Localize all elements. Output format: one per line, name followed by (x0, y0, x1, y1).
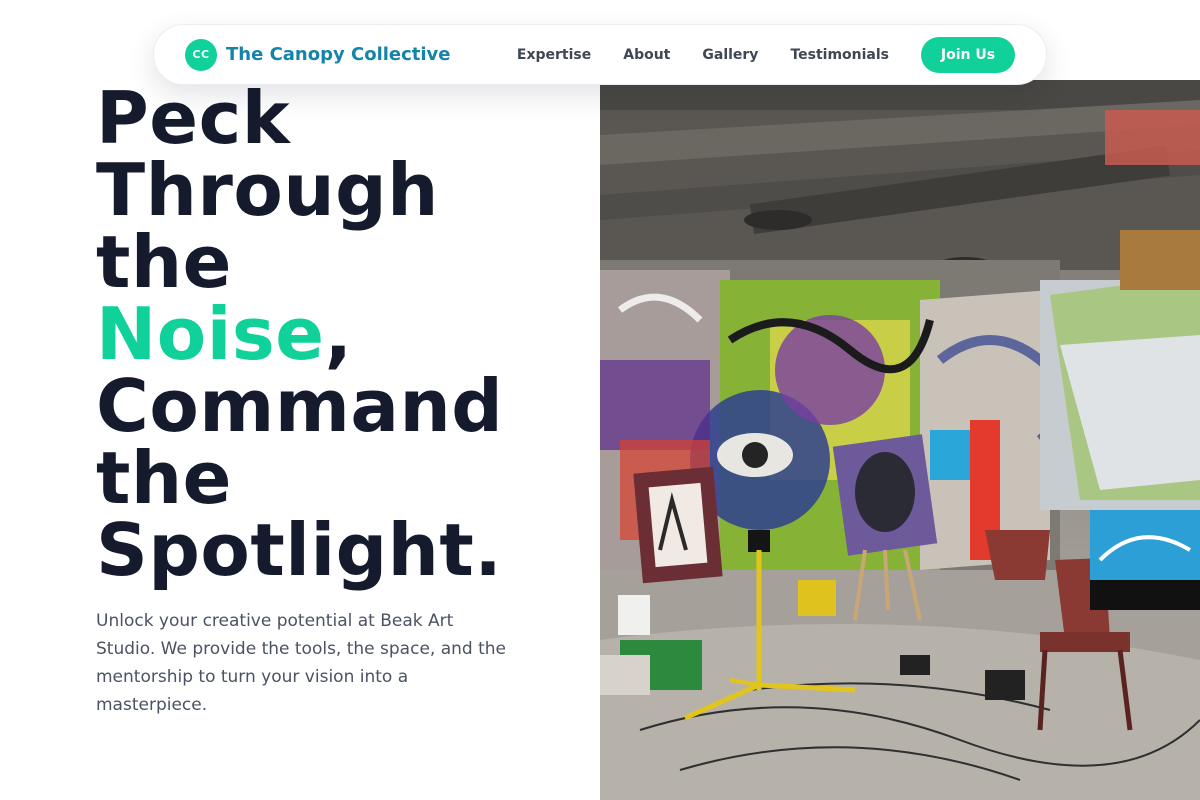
nav-link-about[interactable]: About (623, 47, 670, 63)
nav-link-expertise[interactable]: Expertise (517, 47, 591, 63)
headline-accent-line: Noise, (96, 298, 596, 370)
brand-name: The Canopy Collective (226, 44, 451, 65)
nav-link-testimonials[interactable]: Testimonials (790, 47, 889, 63)
brand-logo-link[interactable]: CC The Canopy Collective (185, 38, 451, 71)
landing-page: CC The Canopy Collective Expertise About… (0, 0, 1200, 800)
headline-line: the (96, 436, 233, 520)
hero-headline: Peck Through the Noise, Command the Spot… (96, 82, 596, 586)
hero-description: Unlock your creative potential at Beak A… (96, 611, 507, 715)
headline-line: Through (96, 148, 439, 232)
nav-links: Expertise About Gallery Testimonials (517, 47, 889, 63)
join-us-button[interactable]: Join Us (921, 36, 1015, 73)
headline-line: Peck (96, 76, 291, 160)
nav-link-gallery[interactable]: Gallery (702, 47, 758, 63)
headline-line: Command (96, 364, 504, 448)
hero-studio-photo (600, 80, 1200, 800)
brand-initials-badge: CC (185, 38, 217, 71)
top-navbar: CC The Canopy Collective Expertise About… (153, 24, 1047, 85)
headline-line: Spotlight. (96, 508, 503, 592)
headline-line: the (96, 220, 233, 304)
studio-illustration (600, 80, 1200, 800)
